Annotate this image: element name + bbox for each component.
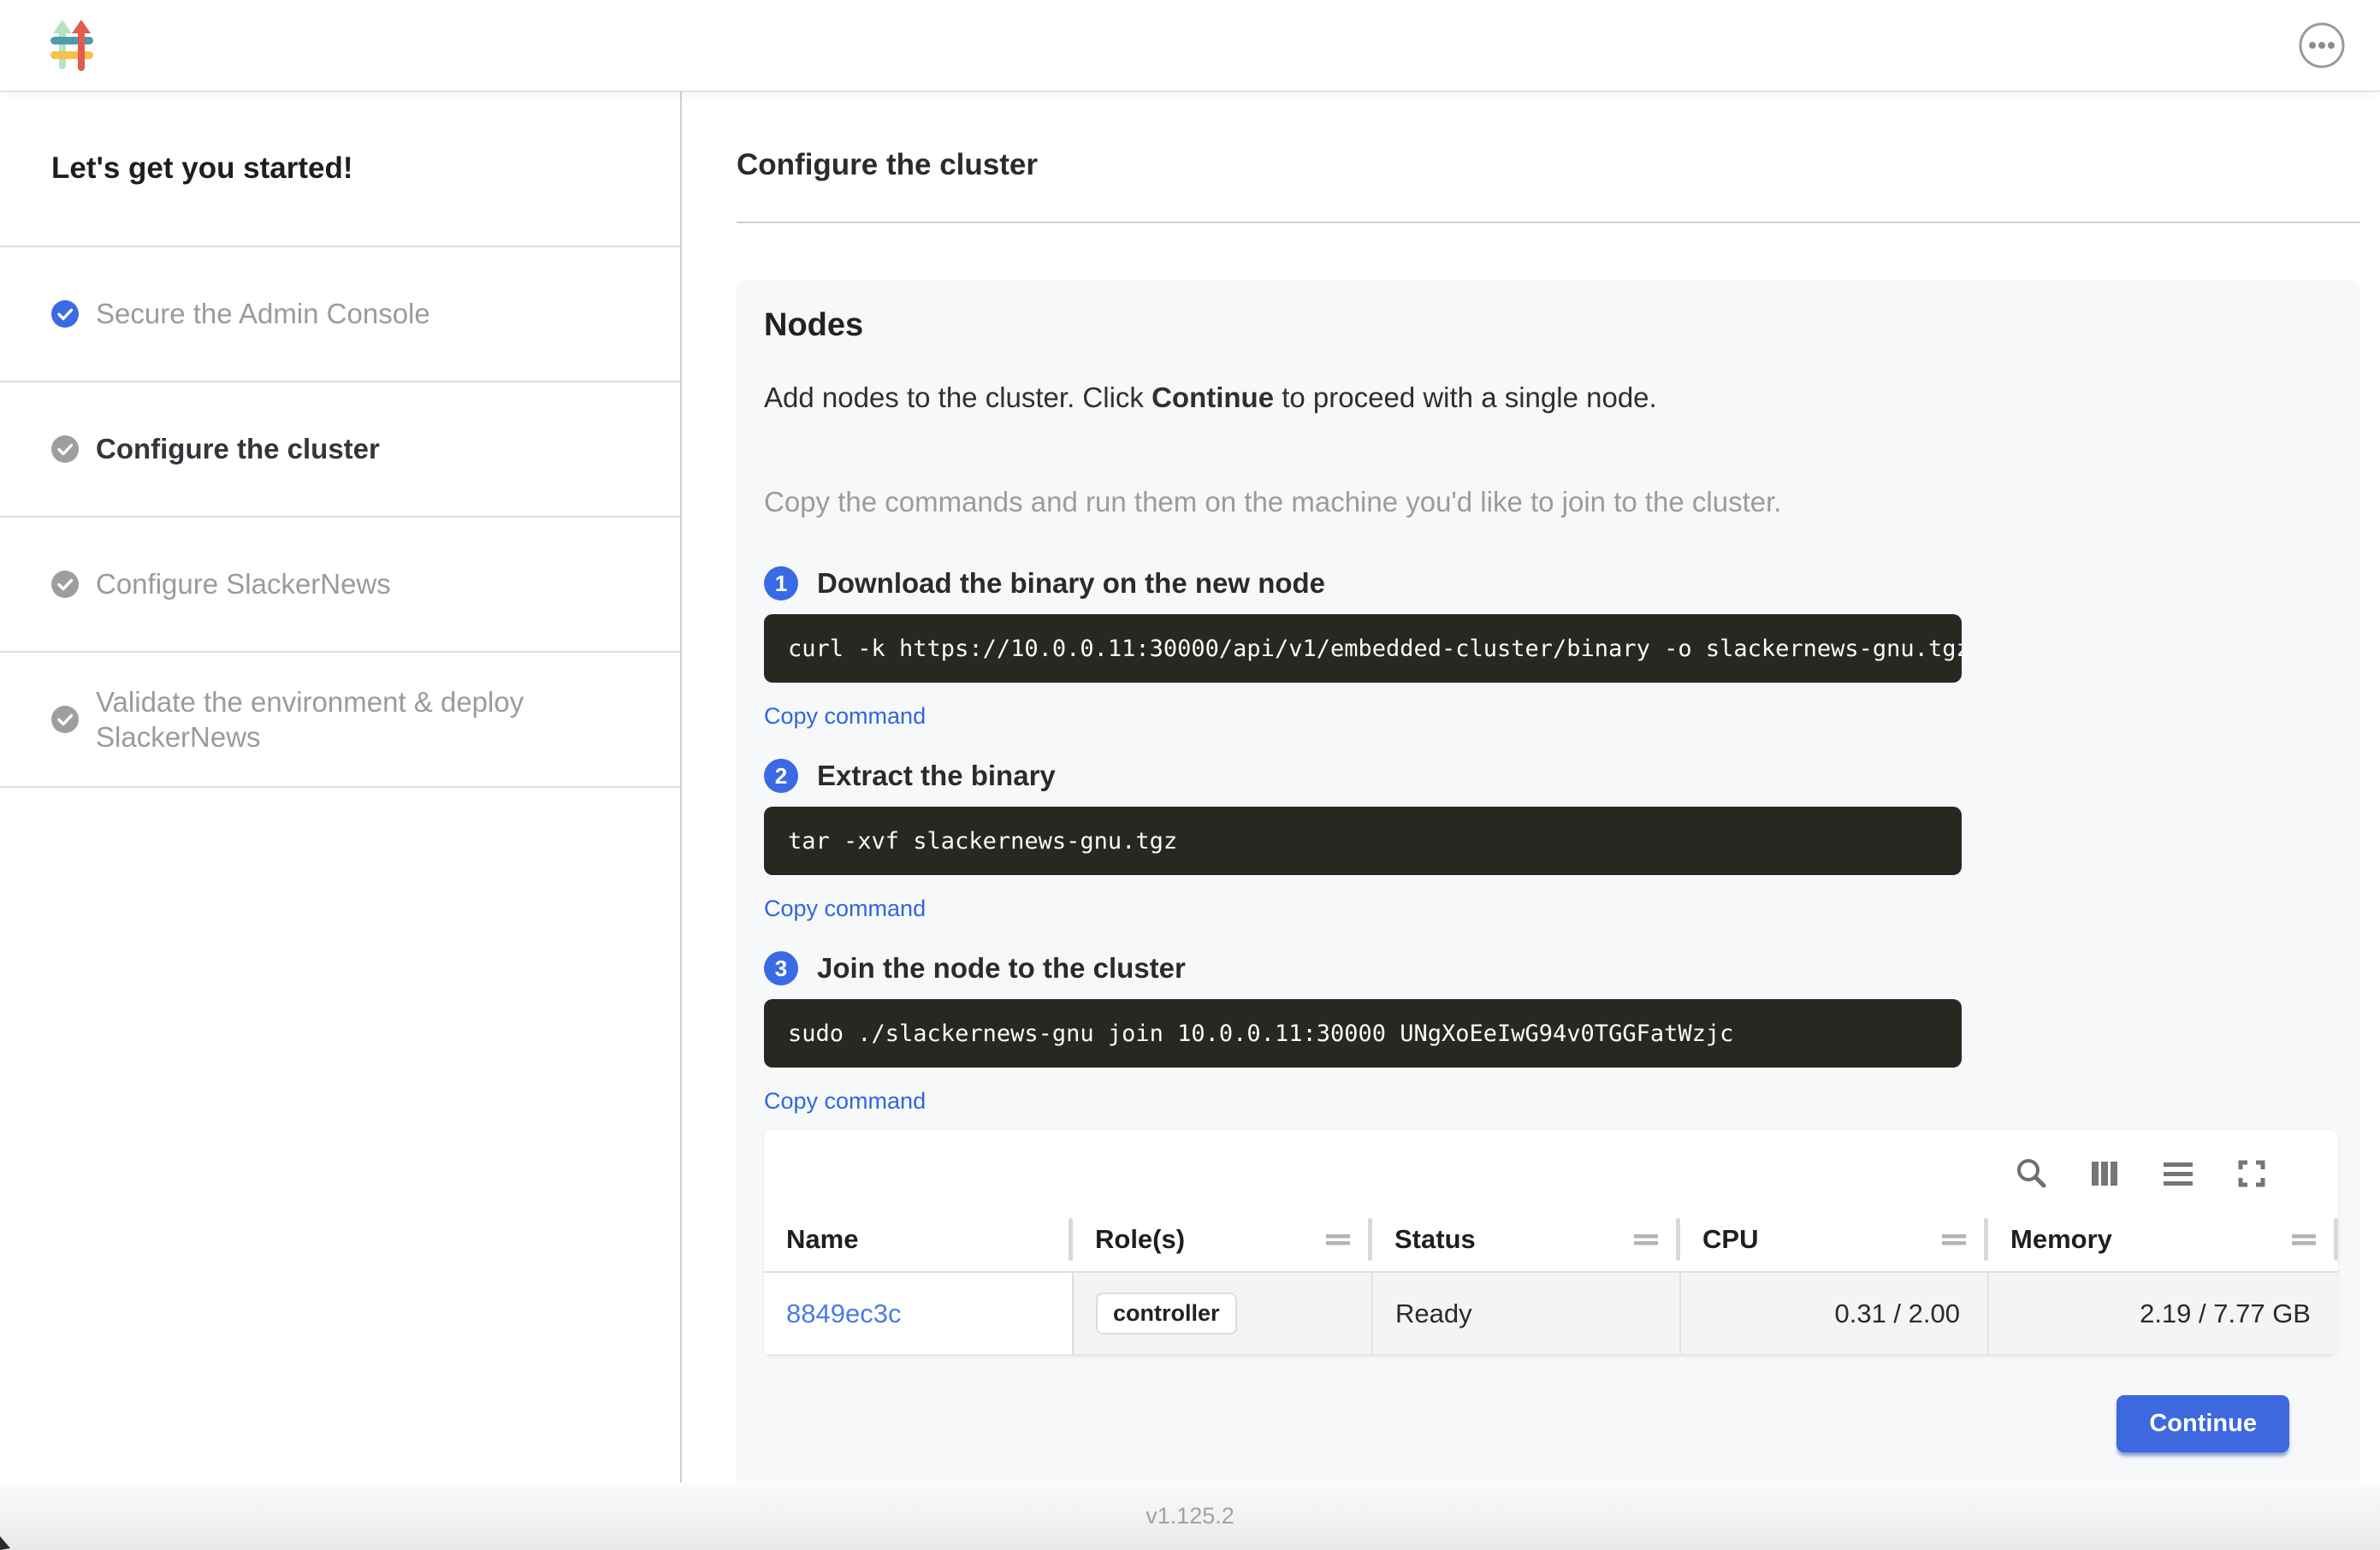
node-status-cell: Ready [1372,1272,1680,1355]
step-3-command-text: sudo ./slackernews-gnu join 10.0.0.11:30… [788,1021,1733,1047]
node-name-link[interactable]: 8849ec3c [786,1299,901,1328]
sidebar-item-configure-cluster[interactable]: Configure the cluster [0,382,680,518]
setup-steps-sidebar: Let's get you started! Secure the Admin … [0,92,682,1482]
main-layout: Let's get you started! Secure the Admin … [0,92,2380,1482]
check-circle-complete-icon [51,300,79,328]
nodes-card: Nodes Add nodes to the cluster. Click Co… [737,280,2360,1482]
step-3-command-codeblock[interactable]: sudo ./slackernews-gnu join 10.0.0.11:30… [764,999,1962,1068]
search-icon [2013,1156,2049,1192]
density-icon [2160,1156,2196,1192]
column-header-label: Role(s) [1095,1224,1185,1255]
column-header-memory[interactable]: Memory [1988,1207,2338,1272]
intro-bold-continue: Continue [1152,382,1274,413]
table-header-row: Name Role(s) Statu [764,1207,2338,1272]
sidebar-item-configure-slackernews[interactable]: Configure SlackerNews [0,518,680,653]
table-toolbar [764,1130,2338,1207]
nodes-intro-text: Add nodes to the cluster. Click Continue… [764,382,2335,414]
sidebar-item-secure-admin-console[interactable]: Secure the Admin Console [0,247,680,382]
step-2-title: Extract the binary [817,760,1056,792]
node-name-cell: 8849ec3c [764,1272,1073,1355]
intro-prefix: Add nodes to the cluster. Click [764,382,1152,413]
table-search-button[interactable] [2013,1156,2049,1192]
step-2-command-text: tar -xvf slackernews-gnu.tgz [788,828,1177,855]
app-version: v1.125.2 [1146,1503,1234,1529]
check-circle-pending-icon [51,706,79,733]
columns-icon [2087,1156,2122,1192]
step-join-node: 3 Join the node to the cluster sudo ./sl… [764,951,2335,1115]
step-1-command-codeblock[interactable]: curl -k https://10.0.0.11:30000/api/v1/e… [764,614,1962,683]
slackernews-logo-icon[interactable] [50,18,94,73]
column-header-cpu[interactable]: CPU [1680,1207,1988,1272]
step-download-binary: 1 Download the binary on the new node cu… [764,566,2335,730]
column-separator[interactable] [2334,1218,2338,1261]
sidebar-item-label: Configure SlackerNews [96,566,391,601]
sidebar-item-label: Validate the environment & deploy Slacke… [96,684,603,755]
main-content: Configure the cluster Nodes Add nodes to… [682,92,2380,1482]
node-memory-cell: 2.19 / 7.77 GB [1988,1272,2338,1355]
column-header-label: Memory [2010,1224,2112,1255]
node-cpu-cell: 0.31 / 2.00 [1680,1272,1988,1355]
step-3-number-badge: 3 [764,951,798,985]
footer: v1.125.2 [0,1482,2380,1550]
table-columns-button[interactable] [2087,1156,2122,1192]
step-3-header: 3 Join the node to the cluster [764,951,2335,985]
sidebar-item-label: Configure the cluster [96,431,380,466]
step-1-copy-command-link[interactable]: Copy command [764,703,926,730]
check-circle-pending-icon [51,571,79,598]
step-3-title: Join the node to the cluster [817,952,1186,985]
table-density-button[interactable] [2160,1156,2196,1192]
step-1-command-text: curl -k https://10.0.0.11:30000/api/v1/e… [788,636,1970,662]
column-header-status[interactable]: Status [1372,1207,1680,1272]
node-table-row: 8849ec3c controller Ready 0.31 / 2.00 2.… [764,1272,2338,1355]
intro-suffix: to proceed with a single node. [1274,382,1657,413]
step-extract-binary: 2 Extract the binary tar -xvf slackernew… [764,759,2335,922]
check-circle-pending-icon [51,435,79,463]
column-header-name[interactable]: Name [764,1207,1073,1272]
column-menu-icon[interactable] [1939,1224,1969,1255]
step-1-title: Download the binary on the new node [817,567,1325,600]
step-2-header: 2 Extract the binary [764,759,2335,793]
column-menu-icon[interactable] [1323,1224,1353,1255]
sidebar-title: Let's get you started! [0,92,680,247]
page-title: Configure the cluster [737,148,2360,182]
column-header-label: Status [1394,1224,1476,1255]
sidebar-item-label: Secure the Admin Console [96,296,430,331]
role-chip: controller [1096,1293,1237,1334]
top-header-bar [0,0,2380,92]
node-roles-cell: controller [1073,1272,1372,1355]
mouse-cursor [0,1535,19,1550]
table-fullscreen-button[interactable] [2234,1156,2270,1192]
step-1-number-badge: 1 [764,566,798,600]
column-header-label: CPU [1702,1224,1758,1255]
sidebar-item-validate-deploy[interactable]: Validate the environment & deploy Slacke… [0,653,680,788]
nodes-section-title: Nodes [764,307,2335,344]
step-2-copy-command-link[interactable]: Copy command [764,896,926,922]
column-menu-icon[interactable] [1631,1224,1661,1255]
join-instructions-text: Copy the commands and run them on the ma… [764,486,2335,518]
fullscreen-icon [2234,1156,2270,1192]
nodes-table-card: Name Role(s) Statu [764,1130,2338,1356]
page-root: Let's get you started! Secure the Admin … [0,0,2380,1550]
ellipsis-circle-icon [2298,21,2346,69]
column-header-label: Name [786,1224,858,1255]
column-header-roles[interactable]: Role(s) [1073,1207,1372,1272]
step-2-command-codeblock[interactable]: tar -xvf slackernews-gnu.tgz [764,807,1962,875]
step-1-header: 1 Download the binary on the new node [764,566,2335,600]
title-divider [737,222,2360,223]
ellipsis-menu-button[interactable] [2298,21,2346,69]
column-menu-icon[interactable] [2288,1224,2319,1255]
continue-button[interactable]: Continue [2117,1395,2289,1452]
step-3-copy-command-link[interactable]: Copy command [764,1088,926,1115]
step-2-number-badge: 2 [764,759,798,793]
card-actions: Continue [764,1356,2335,1482]
nodes-table: Name Role(s) Statu [764,1207,2338,1356]
